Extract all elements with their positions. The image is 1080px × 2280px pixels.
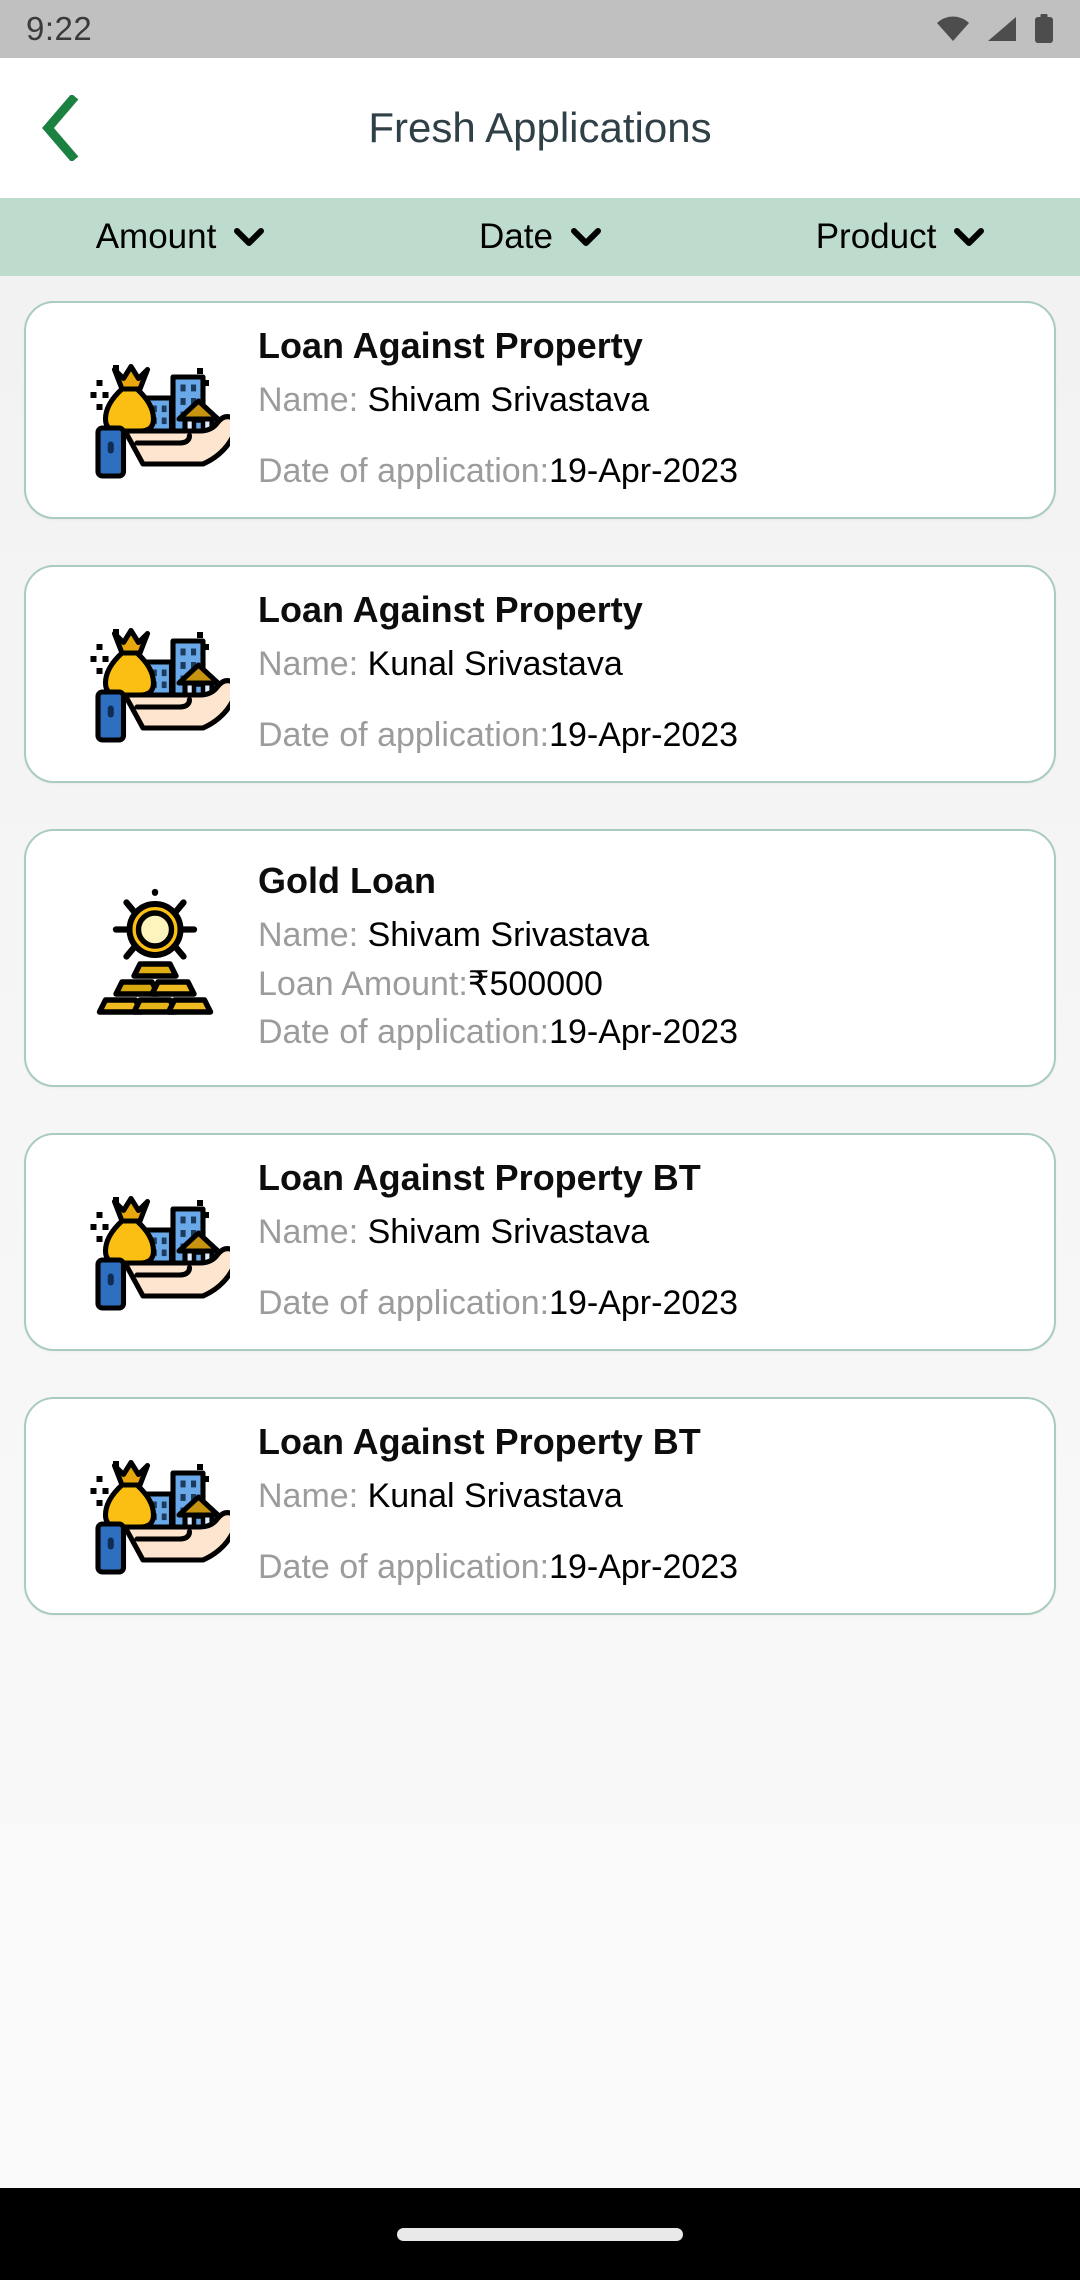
name-label: Name: <box>258 645 359 684</box>
battery-icon <box>1035 14 1053 43</box>
property-loan-icon <box>60 599 250 749</box>
chevron-down-icon <box>570 227 601 246</box>
date-label: Date of application: <box>258 715 550 754</box>
name-value: Kunal Srivastava <box>367 645 623 684</box>
card-body: Loan Against Property Name: Shivam Sriva… <box>250 303 1048 517</box>
card-title: Loan Against Property BT <box>258 1157 701 1199</box>
application-card[interactable]: Loan Against Property Name: Kunal Srivas… <box>24 565 1056 783</box>
chevron-left-icon <box>42 95 79 161</box>
card-name-row: Name: Kunal Srivastava <box>258 640 1048 688</box>
card-title: Loan Against Property BT <box>258 1421 701 1463</box>
navigation-bar <box>0 2188 1080 2280</box>
wifi-icon <box>937 16 969 41</box>
application-card[interactable]: Loan Against Property BT Name: Kunal Sri… <box>24 1397 1056 1615</box>
card-amount-row: Loan Amount:₹500000 <box>258 960 1048 1008</box>
name-value: Shivam Srivastava <box>367 916 650 955</box>
loan-amount-label: Loan Amount: <box>258 964 468 1003</box>
card-title: Loan Against Property <box>258 325 643 367</box>
status-bar-icons <box>936 14 1054 44</box>
application-card[interactable]: Loan Against Property Name: Shivam Sriva… <box>24 301 1056 519</box>
page-title: Fresh Applications <box>368 104 712 151</box>
property-loan-icon <box>60 1167 250 1317</box>
cellular-signal-icon <box>988 17 1016 41</box>
filter-amount-label: Amount <box>95 217 217 256</box>
loan-amount-value: ₹500000 <box>467 964 603 1003</box>
filter-product[interactable]: Product <box>720 198 1080 276</box>
chevron-down-icon <box>234 227 265 246</box>
date-label: Date of application: <box>258 1283 550 1322</box>
card-body: Loan Against Property BT Name: Kunal Sri… <box>250 1399 1048 1613</box>
application-card[interactable]: Loan Against Property BT Name: Shivam Sr… <box>24 1133 1056 1351</box>
date-value: 19-Apr-2023 <box>549 1012 739 1051</box>
status-bar-clock: 9:22 <box>26 10 93 47</box>
name-label: Name: <box>258 381 359 420</box>
application-card[interactable]: Gold Loan Name: Shivam Srivastava Loan A… <box>24 829 1056 1087</box>
card-name-row: Name: Shivam Srivastava <box>258 911 1048 959</box>
card-date-row: Date of application:19-Apr-2023 <box>258 1008 1048 1056</box>
date-value: 19-Apr-2023 <box>549 451 739 490</box>
filter-amount[interactable]: Amount <box>0 198 360 276</box>
chevron-down-icon <box>954 227 985 246</box>
app-bar: Fresh Applications <box>0 58 1080 198</box>
name-value: Shivam Srivastava <box>367 381 650 420</box>
card-date-row: Date of application:19-Apr-2023 <box>258 447 1048 495</box>
application-list[interactable]: Loan Against Property Name: Shivam Sriva… <box>0 276 1080 2188</box>
card-body: Loan Against Property BT Name: Shivam Sr… <box>250 1135 1048 1349</box>
back-button[interactable] <box>10 78 110 178</box>
card-title: Gold Loan <box>258 859 436 901</box>
date-label: Date of application: <box>258 1547 550 1586</box>
name-value: Kunal Srivastava <box>367 1477 623 1516</box>
date-label: Date of application: <box>258 1012 550 1051</box>
filter-bar: Amount Date Product <box>0 198 1080 276</box>
filter-date-label: Date <box>479 217 553 256</box>
status-bar: 9:22 <box>0 0 1080 58</box>
card-body: Gold Loan Name: Shivam Srivastava Loan A… <box>250 838 1048 1078</box>
date-value: 19-Apr-2023 <box>549 1283 739 1322</box>
gold-loan-icon <box>60 883 250 1033</box>
name-label: Name: <box>258 916 359 955</box>
filter-product-label: Product <box>815 217 937 256</box>
name-value: Shivam Srivastava <box>367 1213 650 1252</box>
filter-date[interactable]: Date <box>360 198 720 276</box>
name-label: Name: <box>258 1477 359 1516</box>
card-date-row: Date of application:19-Apr-2023 <box>258 1543 1048 1591</box>
property-loan-icon <box>60 335 250 485</box>
name-label: Name: <box>258 1213 359 1252</box>
date-label: Date of application: <box>258 451 550 490</box>
property-loan-icon <box>60 1431 250 1581</box>
card-date-row: Date of application:19-Apr-2023 <box>258 711 1048 759</box>
date-value: 19-Apr-2023 <box>549 1547 739 1586</box>
home-indicator-pill[interactable] <box>397 2227 683 2241</box>
card-body: Loan Against Property Name: Kunal Srivas… <box>250 567 1048 781</box>
card-name-row: Name: Shivam Srivastava <box>258 376 1048 424</box>
card-date-row: Date of application:19-Apr-2023 <box>258 1279 1048 1327</box>
card-name-row: Name: Kunal Srivastava <box>258 1472 1048 1520</box>
date-value: 19-Apr-2023 <box>549 715 739 754</box>
card-title: Loan Against Property <box>258 589 643 631</box>
card-name-row: Name: Shivam Srivastava <box>258 1208 1048 1256</box>
phone-screen: 9:22 Fresh Applications Amount Date Prod… <box>0 0 1080 2280</box>
